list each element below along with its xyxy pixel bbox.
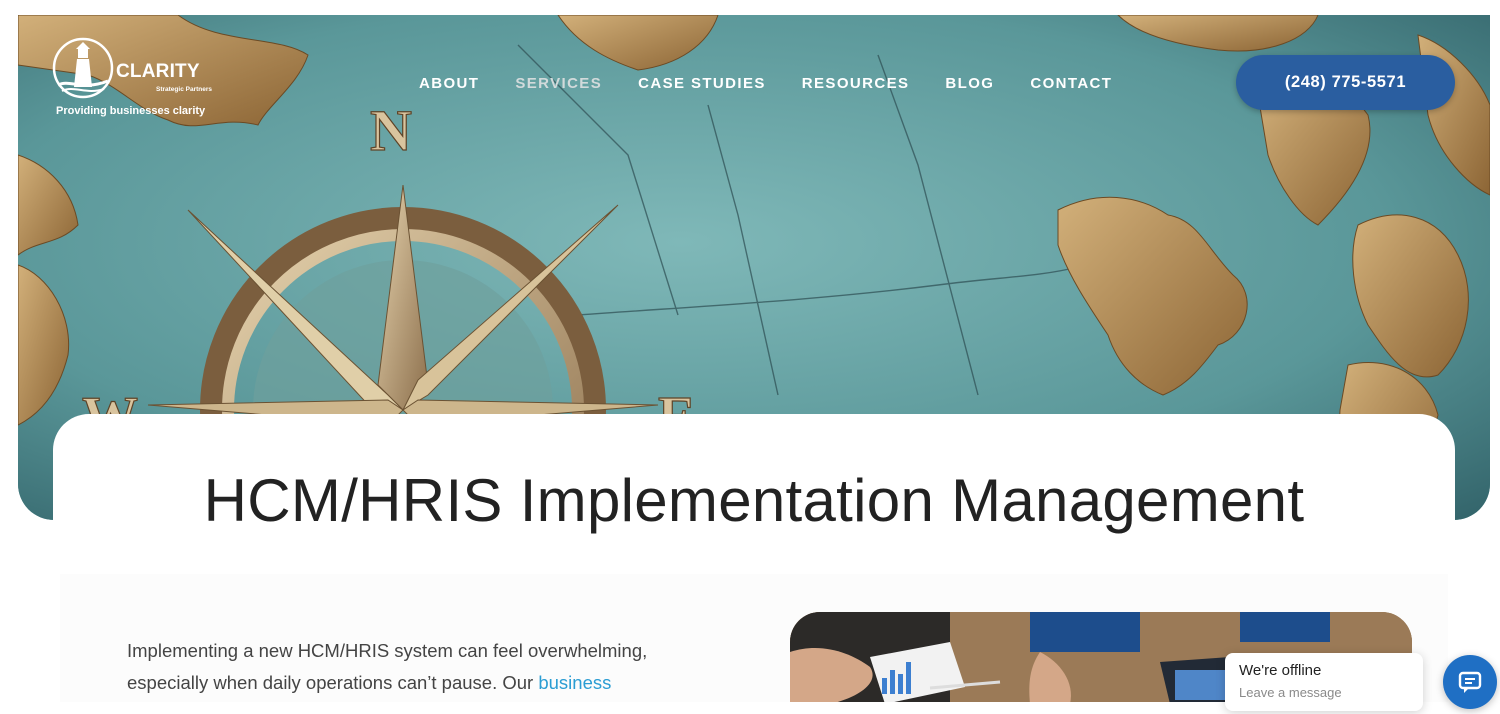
nav-resources[interactable]: RESOURCES xyxy=(802,75,910,92)
chat-status: We're offline xyxy=(1239,662,1322,679)
main-nav: ABOUT SERVICES CASE STUDIES RESOURCES BL… xyxy=(419,75,1148,92)
logo-tagline: Providing businesses clarity xyxy=(56,105,206,117)
nav-case-studies[interactable]: CASE STUDIES xyxy=(638,75,766,92)
chat-launcher-button[interactable] xyxy=(1443,655,1497,709)
logo-subtitle: Strategic Partners xyxy=(156,86,212,93)
site-logo[interactable]: CLARITY Strategic Partners Providing bus… xyxy=(52,37,212,121)
logo-name: CLARITY xyxy=(116,61,200,82)
compass-letter-n: N xyxy=(370,98,412,163)
phone-button[interactable]: (248) 775-5571 xyxy=(1236,55,1455,110)
nav-contact[interactable]: CONTACT xyxy=(1030,75,1112,92)
lighthouse-icon xyxy=(52,37,114,99)
title-card: HCM/HRIS Implementation Management xyxy=(53,414,1455,554)
business-link[interactable]: business xyxy=(538,672,611,693)
nav-about[interactable]: ABOUT xyxy=(419,75,479,92)
chat-offline-bubble[interactable]: We're offline Leave a message xyxy=(1225,653,1423,711)
nav-blog[interactable]: BLOG xyxy=(945,75,994,92)
nav-services[interactable]: SERVICES xyxy=(515,75,602,92)
chat-leave-message: Leave a message xyxy=(1239,685,1342,700)
intro-paragraph: Implementing a new HCM/HRIS system can f… xyxy=(127,635,707,699)
page-title: HCM/HRIS Implementation Management xyxy=(203,467,1305,534)
chat-icon xyxy=(1458,671,1482,693)
